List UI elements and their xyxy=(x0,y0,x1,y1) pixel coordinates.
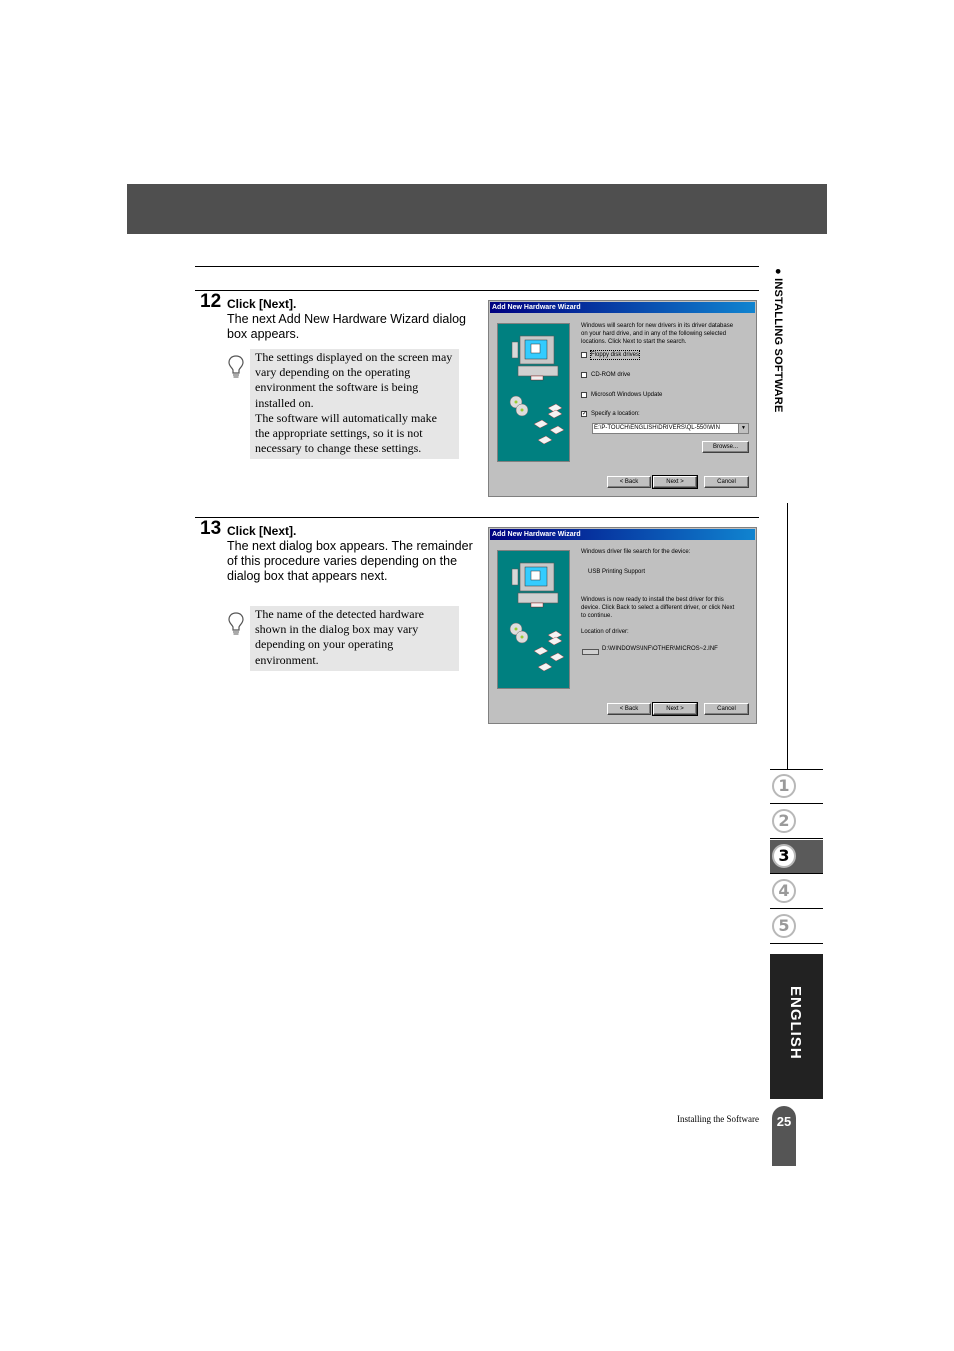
specify-location-checkbox[interactable]: ✓ xyxy=(581,411,587,417)
language-tab: ENGLISH xyxy=(770,954,823,1099)
tip-line: vary depending on the operating xyxy=(255,365,411,380)
tip-line: installed on. xyxy=(255,395,314,410)
footer-section-title: Installing the Software xyxy=(677,1114,759,1124)
checkmark-icon: ✓ xyxy=(582,411,588,417)
chapter-number: 3 xyxy=(772,844,796,868)
tip-line: The settings displayed on the screen may xyxy=(255,350,453,364)
step-13-body: The next dialog box appears. The remaind… xyxy=(227,539,473,583)
floppy-checkbox[interactable] xyxy=(581,352,587,358)
section-name: INSTALLING SOFTWARE xyxy=(772,278,784,413)
next-button[interactable]: Next > xyxy=(652,702,698,716)
step-12-number: 12 xyxy=(200,291,222,312)
tip-line: necessary to change these settings. xyxy=(255,441,422,456)
chapter-number: 5 xyxy=(772,914,796,938)
dropdown-arrow-icon[interactable]: ▼ xyxy=(738,424,748,433)
tip-line: environment the software is being xyxy=(255,380,419,395)
dialog-title: Add New Hardware Wizard xyxy=(490,302,755,313)
sidebar-vertical-rule xyxy=(787,503,788,770)
section-side-label: ● INSTALLING SOFTWARE xyxy=(772,268,796,438)
cancel-button[interactable]: Cancel xyxy=(704,476,749,488)
ready-line: device. Click Back to select a different… xyxy=(581,605,735,611)
chapter-number: 4 xyxy=(772,879,796,903)
step-13-rule xyxy=(195,517,759,518)
chapter-number: 1 xyxy=(772,774,796,798)
chapter-tab-1[interactable]: 1 xyxy=(770,770,823,804)
chapter-tab-5[interactable]: 5 xyxy=(770,910,823,944)
tip-line: depending on your operating xyxy=(255,637,394,652)
windows-update-label[interactable]: Microsoft Windows Update xyxy=(591,391,662,399)
location-label: Location of driver: xyxy=(581,629,629,635)
back-button[interactable]: < Back xyxy=(607,703,651,715)
location-combobox[interactable]: E:\P-TOUCH\ENGLISH\DRIVERS\QL-550\WIN ▼ xyxy=(592,423,749,434)
browse-button[interactable]: Browse... xyxy=(702,441,749,453)
ready-line: Windows is now ready to install the best… xyxy=(581,597,724,603)
step-12-rule xyxy=(195,290,759,291)
specify-location-label[interactable]: Specify a location: xyxy=(591,410,640,418)
wizard-illustration xyxy=(497,550,570,689)
page-number: 25 xyxy=(772,1106,796,1166)
step-13-title: Click [Next]. xyxy=(227,524,297,538)
language-label: ENGLISH xyxy=(787,986,804,1060)
cdrom-checkbox[interactable] xyxy=(581,372,587,378)
chapter-number: 2 xyxy=(772,809,796,833)
top-rule xyxy=(195,266,759,267)
bullet-icon: ● xyxy=(772,268,784,275)
cancel-button[interactable]: Cancel xyxy=(704,703,749,715)
search-label: Windows driver file search for the devic… xyxy=(581,549,691,555)
location-value: E:\P-TOUCH\ENGLISH\DRIVERS\QL-550\WIN xyxy=(594,425,720,431)
chapter-tab-4[interactable]: 4 xyxy=(770,875,823,909)
tip-line: The name of the detected hardware xyxy=(255,607,424,621)
dialog-intro: Windows will search for new drivers in i… xyxy=(581,322,753,346)
lightbulb-icon xyxy=(227,611,245,637)
tip-line: the appropriate settings, so it is not xyxy=(255,426,423,441)
dialog-title: Add New Hardware Wizard xyxy=(490,529,755,540)
header-band xyxy=(127,184,827,234)
step-13-number: 13 xyxy=(200,518,222,539)
step-12-title: Click [Next]. xyxy=(227,297,297,311)
ready-line: to continue. xyxy=(581,613,613,619)
back-button[interactable]: < Back xyxy=(607,476,651,488)
intro-line: on your hard drive, and in any of the fo… xyxy=(581,331,727,337)
wizard-dialog-ready: Add New Hardware Wizard Windows driver f… xyxy=(488,527,757,724)
floppy-label[interactable]: Floppy disk drives xyxy=(589,350,641,360)
driver-path: D:\WINDOWS\INF\OTHER\MICROS~2.INF xyxy=(602,646,718,652)
step-12-body: The next Add New Hardware Wizard dialog … xyxy=(227,312,467,341)
wizard-dialog-search: Add New Hardware Wizard Windows will sea… xyxy=(488,300,757,497)
wizard-illustration xyxy=(497,323,570,462)
ready-message: Windows is now ready to install the best… xyxy=(581,596,753,620)
lightbulb-icon xyxy=(227,354,245,380)
tip-line: shown in the dialog box may vary xyxy=(255,622,419,637)
drive-icon xyxy=(582,649,599,655)
tip-box-step-13: The name of the detected hardware shown … xyxy=(250,606,459,671)
chapter-tab-3[interactable]: 3 xyxy=(770,840,823,874)
tip-line: environment. xyxy=(255,652,319,667)
tip-box-step-12: The settings displayed on the screen may… xyxy=(250,349,459,459)
intro-line: Windows will search for new drivers in i… xyxy=(581,323,734,329)
tip-line: The software will automatically make xyxy=(255,410,437,425)
device-name: USB Printing Support xyxy=(588,569,646,575)
chapter-tab-2[interactable]: 2 xyxy=(770,805,823,839)
cdrom-label[interactable]: CD-ROM drive xyxy=(591,371,630,379)
intro-line: locations. Click Next to start the searc… xyxy=(581,339,687,345)
next-button[interactable]: Next > xyxy=(652,475,698,489)
windows-update-checkbox[interactable] xyxy=(581,392,587,398)
